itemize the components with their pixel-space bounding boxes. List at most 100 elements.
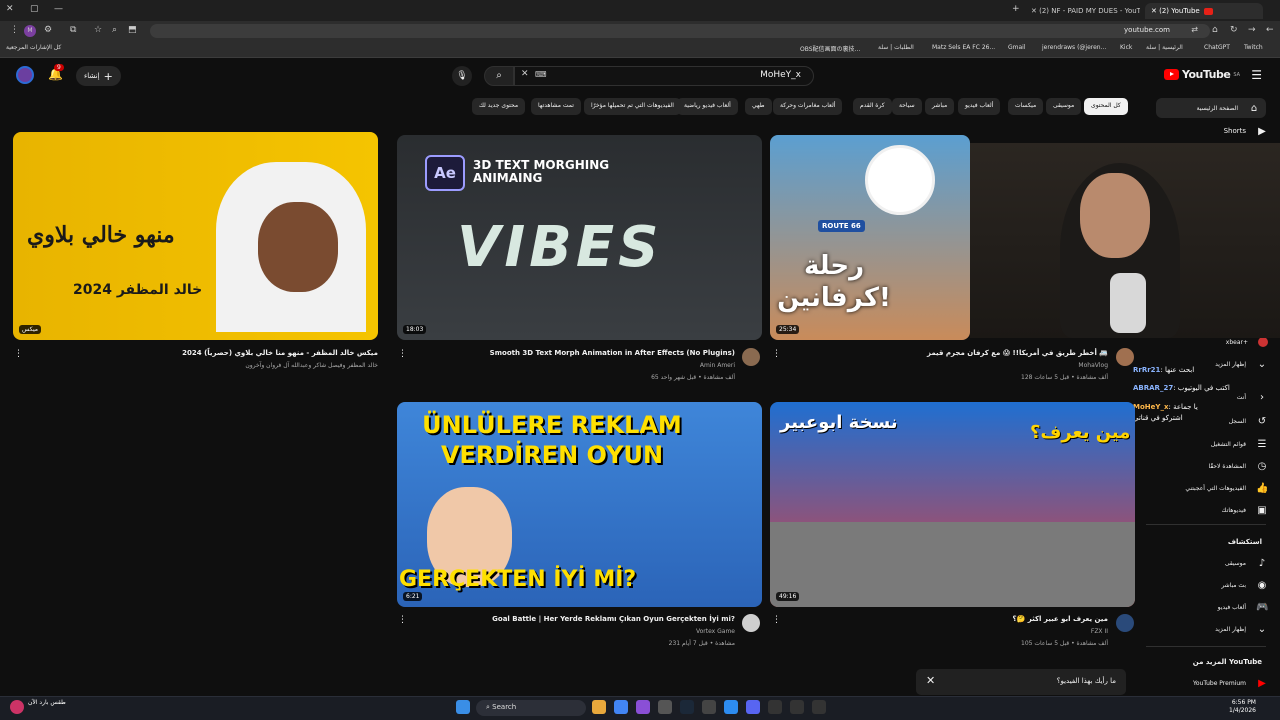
taskbar-search[interactable]: ⌕ Search — [476, 700, 586, 716]
video-title[interactable]: أخطر طريق في أمريكا!! 😱 مع كرفان مجرم قي… — [927, 349, 1108, 357]
tab-close-icon[interactable]: ✕ — [1151, 7, 1159, 15]
bookmark-item[interactable]: Twitch — [1244, 44, 1263, 51]
file-explorer-icon[interactable] — [592, 700, 606, 714]
chip[interactable]: ألعاب فيديو رياضية — [677, 98, 738, 115]
weather-icon[interactable] — [10, 700, 24, 714]
more-options-icon[interactable]: ⋮ — [14, 349, 23, 359]
channel-avatar[interactable] — [1116, 348, 1134, 366]
bookmark-item[interactable]: الطلبات | سلة — [878, 44, 914, 51]
youtube-logo[interactable]: YouTube SA — [1164, 68, 1240, 81]
steam-icon[interactable] — [680, 700, 694, 714]
bookmark-all[interactable]: كل الإشارات المرجعية — [6, 44, 61, 51]
site-settings-icon[interactable]: ⇄ — [1191, 25, 1198, 34]
new-tab-icon[interactable]: + — [1012, 4, 1020, 14]
chip[interactable]: محتوى جديد لك — [472, 98, 526, 115]
sidebar-item-shorts[interactable]: Shorts ▶ — [1150, 121, 1280, 141]
create-button[interactable]: إنشاء + — [76, 66, 121, 86]
share-icon[interactable]: ⧉ — [70, 25, 76, 35]
reload-icon[interactable]: ↻ — [1230, 25, 1238, 35]
back-icon[interactable]: ← — [1266, 25, 1274, 35]
chip[interactable]: موسيقى — [1046, 98, 1082, 115]
video-thumbnail[interactable]: Ae 3D TEXT MORGHING ANIMAING VIBES 18:03 — [397, 135, 762, 340]
close-icon[interactable]: ✕ — [926, 674, 935, 687]
video-channel[interactable]: FZX II — [1091, 628, 1108, 635]
sidebar-item-gaming[interactable]: ألعاب فيديو 🎮 — [1150, 597, 1280, 617]
app-icon[interactable] — [790, 700, 804, 714]
video-title[interactable]: مين يعرف ابو عبير اكثر 🤔؟ — [1013, 615, 1108, 623]
chip[interactable]: الفيديوهات التي تم تحميلها مؤخرًا — [584, 98, 681, 115]
channel-avatar[interactable] — [742, 614, 760, 632]
obs-icon[interactable] — [702, 700, 716, 714]
account-avatar[interactable] — [16, 66, 34, 84]
close-window-icon[interactable]: ✕ — [6, 4, 14, 14]
clear-search-icon[interactable]: ✕ — [521, 69, 529, 79]
video-channel[interactable]: Amin Ameri — [700, 362, 735, 369]
chip-all[interactable]: كل المحتوى — [1084, 98, 1128, 115]
bookmark-item[interactable]: jerendraws (@jeren... — [1042, 44, 1106, 51]
video-thumbnail[interactable]: نسخة ابوعبير مين يعرف؟ 49:16 — [770, 402, 1135, 607]
bookmark-item[interactable]: Matz Sels EA FC 26... — [932, 44, 995, 51]
minimize-icon[interactable]: — — [54, 4, 63, 14]
bookmark-item[interactable]: Gmail — [1008, 44, 1026, 51]
bookmark-item[interactable]: ChatGPT — [1204, 44, 1230, 51]
windows-start-icon[interactable] — [456, 700, 470, 714]
app-icon[interactable] — [812, 700, 826, 714]
sidebar-item-watch-later[interactable]: المشاهدة لاحقًا ◷ — [1150, 456, 1280, 476]
video-thumbnail[interactable]: منهو خالي بلاوي خالد المظفر 2024 ميكس — [13, 132, 378, 340]
chip[interactable]: سياحة — [892, 98, 922, 115]
sidebar-item-your-videos[interactable]: فيديوهاتك ▣ — [1150, 500, 1280, 520]
browser-tab[interactable]: ✕ (2) NF - PAID MY DUES - YouT... — [1025, 3, 1140, 19]
sidebar-item-live[interactable]: بث مباشر ◉ — [1150, 575, 1280, 595]
sidebar-item-music[interactable]: موسيقى ♪ — [1150, 553, 1280, 573]
video-thumbnail[interactable]: ROUTE 66 رحلة كرفانين! 25:34 — [770, 135, 970, 340]
channel-avatar[interactable] — [742, 348, 760, 366]
extensions-icon[interactable]: ⚙ — [44, 25, 52, 35]
maximize-icon[interactable]: ▢ — [30, 4, 39, 14]
app-icon[interactable] — [636, 700, 650, 714]
profile-icon[interactable]: M — [24, 25, 36, 37]
voice-search-button[interactable]: 🎙 — [452, 66, 472, 86]
sidebar-item-premium[interactable]: YouTube Premium ▶ — [1150, 673, 1280, 693]
url-field[interactable]: youtube.com ⇄ — [150, 24, 1210, 38]
more-options-icon[interactable]: ⋮ — [772, 349, 781, 359]
chip[interactable]: مباشر — [925, 98, 955, 115]
chip[interactable]: ألعاب مغامرات وحركة — [773, 98, 843, 115]
video-thumbnail[interactable]: ÜNLÜLERE REKLAM VERDİREN OYUN GERÇEKTEN … — [397, 402, 762, 607]
sidebar-item-playlists[interactable]: قوائم التشغيل ☰ — [1150, 434, 1280, 454]
more-options-icon[interactable]: ⋮ — [398, 615, 407, 625]
chip[interactable]: طهي — [745, 98, 772, 115]
keyboard-icon[interactable]: ⌨ — [535, 70, 547, 79]
home-icon[interactable]: ⌂ — [1212, 25, 1218, 35]
search-button[interactable]: ⌕ — [484, 66, 514, 86]
browser-tab-active[interactable]: ✕ (2) YouTube — [1145, 3, 1263, 19]
install-icon[interactable]: ⬒ — [128, 25, 137, 35]
video-channel[interactable]: MohaVlog — [1078, 362, 1108, 369]
chip[interactable]: تمت مشاهدتها — [531, 98, 581, 115]
bookmark-star-icon[interactable]: ☆ — [94, 25, 102, 35]
channel-avatar[interactable] — [1116, 614, 1134, 632]
video-title[interactable]: Goal Battle | Her Yerde Reklamı Çıkan Oy… — [492, 615, 735, 623]
chip[interactable]: كرة القدم — [853, 98, 892, 115]
chrome-icon[interactable] — [614, 700, 628, 714]
hamburger-menu-icon[interactable]: ☰ — [1251, 68, 1262, 82]
sidebar-item-home[interactable]: الصفحة الرئيسية ⌂ — [1156, 98, 1266, 118]
bookmark-item[interactable]: Kick — [1120, 44, 1132, 51]
video-channel[interactable]: خالد المظفر وفيصل شاكر وعبدالله آل فروان… — [245, 362, 378, 369]
video-channel[interactable]: Vortex Game — [696, 628, 735, 635]
bookmark-item[interactable]: الرئيسية | سلة — [1146, 44, 1183, 51]
menu-dots-icon[interactable]: ⋮ — [10, 25, 19, 35]
bookmark-item[interactable]: OBS配信画面の裏技... — [800, 44, 860, 53]
app-icon[interactable] — [768, 700, 782, 714]
weather-widget[interactable]: طقس بارد الآن — [28, 699, 66, 707]
sidebar-item-show-more[interactable]: إظهار المزيد ⌄ — [1150, 619, 1280, 639]
app-icon[interactable] — [658, 700, 672, 714]
chip[interactable]: ميكسات — [1008, 98, 1044, 115]
forward-icon[interactable]: → — [1248, 25, 1256, 35]
sidebar-item-liked[interactable]: الفيديوهات التي أعجبتني 👍 — [1150, 478, 1280, 498]
more-options-icon[interactable]: ⋮ — [398, 349, 407, 359]
more-options-icon[interactable]: ⋮ — [772, 615, 781, 625]
taskbar-clock[interactable]: 6:56 PM 1/4/2026 — [1229, 699, 1256, 715]
app-icon[interactable] — [724, 700, 738, 714]
zoom-icon[interactable]: ⌕ — [112, 25, 117, 35]
video-title[interactable]: Smooth 3D Text Morph Animation in After … — [490, 349, 735, 357]
